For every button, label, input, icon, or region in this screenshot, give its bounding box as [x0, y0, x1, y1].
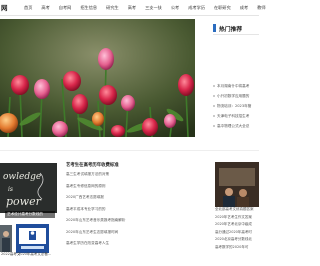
nav-item-chengkao-degree[interactable]: 成考学历 [188, 5, 205, 11]
right-news-link[interactable]: 2020年艺考生作文答案 [215, 215, 259, 223]
nav-item-admission[interactable]: 招生信息 [80, 5, 97, 11]
sidebar-item-label: 高中物理公式大全总 [217, 123, 250, 128]
nav-item-sanzhi[interactable]: 三支一扶 [145, 5, 162, 11]
thumbnail-caption[interactable]: 2020年高考文必备... [18, 252, 51, 257]
article-link[interactable]: 高考生专修信息网的原则 [66, 184, 204, 196]
sidebar-header: 热门推荐 [213, 21, 259, 35]
bullet-icon [213, 105, 215, 107]
article-link[interactable]: 2020年山东艺考生志愿填报时间 [66, 230, 204, 242]
feature-thumbnail[interactable]: owledge is power [0, 163, 57, 213]
site-header: 网 首页 高考 自考网 招生信息 研究生 高考 三支一扶 公考 成考学历 在职研… [0, 0, 266, 16]
hero-banner[interactable] [0, 19, 195, 137]
hot-recommend-panel: 热门推荐 本月湖南什中将高考 小升初数学应用题的 物流培训：2023年管 天津电… [213, 21, 259, 137]
sidebar-list: 本月湖南什中将高考 小升初数学应用题的 物流培训：2023年管 天津电子科技招生… [213, 81, 259, 131]
sidebar-item[interactable]: 本月湖南什中将高考 [213, 81, 259, 91]
site-logo[interactable]: 网 [1, 2, 8, 12]
nav-item-gaokao-2[interactable]: 高考 [128, 5, 136, 11]
sidebar-item[interactable]: 高中物理公式大全总 [213, 121, 259, 131]
article-link[interactable]: 高考生学历在改变高考人生 [66, 241, 204, 253]
nav-item-zikao[interactable]: 自考网 [59, 5, 72, 11]
right-news-link[interactable]: 高考数学的2020年可 [215, 245, 259, 253]
sidebar-title: 热门推荐 [219, 27, 243, 33]
bullet-icon [213, 115, 215, 117]
sidebar-item-label: 小升初数学应用题的 [217, 93, 250, 98]
classroom-image [215, 162, 259, 207]
hero-image [0, 19, 195, 137]
right-news-link[interactable]: 高分通过2020年高考时 [215, 230, 259, 238]
svg-text:is: is [8, 186, 13, 193]
small-thumbnail[interactable] [16, 224, 49, 253]
bullet-icon [213, 125, 215, 127]
article-link[interactable]: 高考平成本专业学习的的 [66, 207, 204, 219]
nav-item-teacher[interactable]: 教师 [257, 5, 265, 11]
right-thumbnail[interactable] [215, 162, 259, 207]
sidebar-item[interactable]: 小升初数学应用题的 [213, 91, 259, 101]
article-link[interactable]: 2020年山东艺考音乐类报考指南解析 [66, 218, 204, 230]
sidebar-item[interactable]: 天津电子科技招生考 [213, 111, 259, 121]
sidebar-item-label: 天津电子科技招生考 [217, 113, 250, 118]
sidebar-item-label: 本月湖南什中将高考 [217, 83, 250, 88]
sidebar-item-label: 物流培训：2023年管 [217, 103, 252, 108]
right-news-link[interactable]: 全北部高考文综真题答案 [215, 207, 259, 215]
nav-item-home[interactable]: 首页 [24, 5, 32, 11]
sidebar-item[interactable]: 物流培训：2023年管 [213, 101, 259, 111]
main-nav: 首页 高考 自考网 招生信息 研究生 高考 三支一扶 公考 成考学历 在职研究 … [24, 0, 275, 16]
nav-item-chengkao[interactable]: 成考 [240, 5, 248, 11]
small-thumbnail[interactable] [0, 225, 12, 252]
svg-text:owledge: owledge [3, 172, 41, 182]
article-link[interactable]: 2020广西艺考志愿填报 [66, 195, 204, 207]
article-list-title[interactable]: 艺考生在高考历年收费标准 [66, 162, 204, 172]
sidebar-accent-bar [213, 24, 216, 32]
person-image [0, 225, 12, 252]
exam-desk-image [16, 224, 49, 253]
right-news-link[interactable]: 2020年艺考北京中级成 [215, 222, 259, 230]
right-news-link[interactable]: 2020北京高考分数线北 [215, 237, 259, 245]
feature-caption[interactable]: 艺术设计高考分数线的 [5, 211, 55, 218]
nav-item-gongkao[interactable]: 公考 [171, 5, 179, 11]
right-news-column: 全北部高考文综真题答案 2020年艺考生作文答案 2020年艺考北京中级成 高分… [215, 162, 259, 253]
bullet-icon [213, 95, 215, 97]
nav-item-inservice[interactable]: 在职研究 [214, 5, 231, 11]
svg-text:power: power [6, 195, 42, 208]
nav-item-graduate[interactable]: 研究生 [106, 5, 119, 11]
article-list: 艺考生在高考历年收费标准 高三生考试填报方法的对策 高考生专修信息网的原则 20… [66, 162, 204, 253]
bullet-icon [213, 85, 215, 87]
article-link[interactable]: 高三生考试填报方法的对策 [66, 172, 204, 184]
article-section: owledge is power 艺术设计高考分数线的 2022高考文 2020… [0, 158, 259, 266]
knowledge-power-image: owledge is power [0, 163, 57, 213]
nav-item-gaokao[interactable]: 高考 [41, 5, 49, 11]
section-divider [0, 150, 259, 151]
